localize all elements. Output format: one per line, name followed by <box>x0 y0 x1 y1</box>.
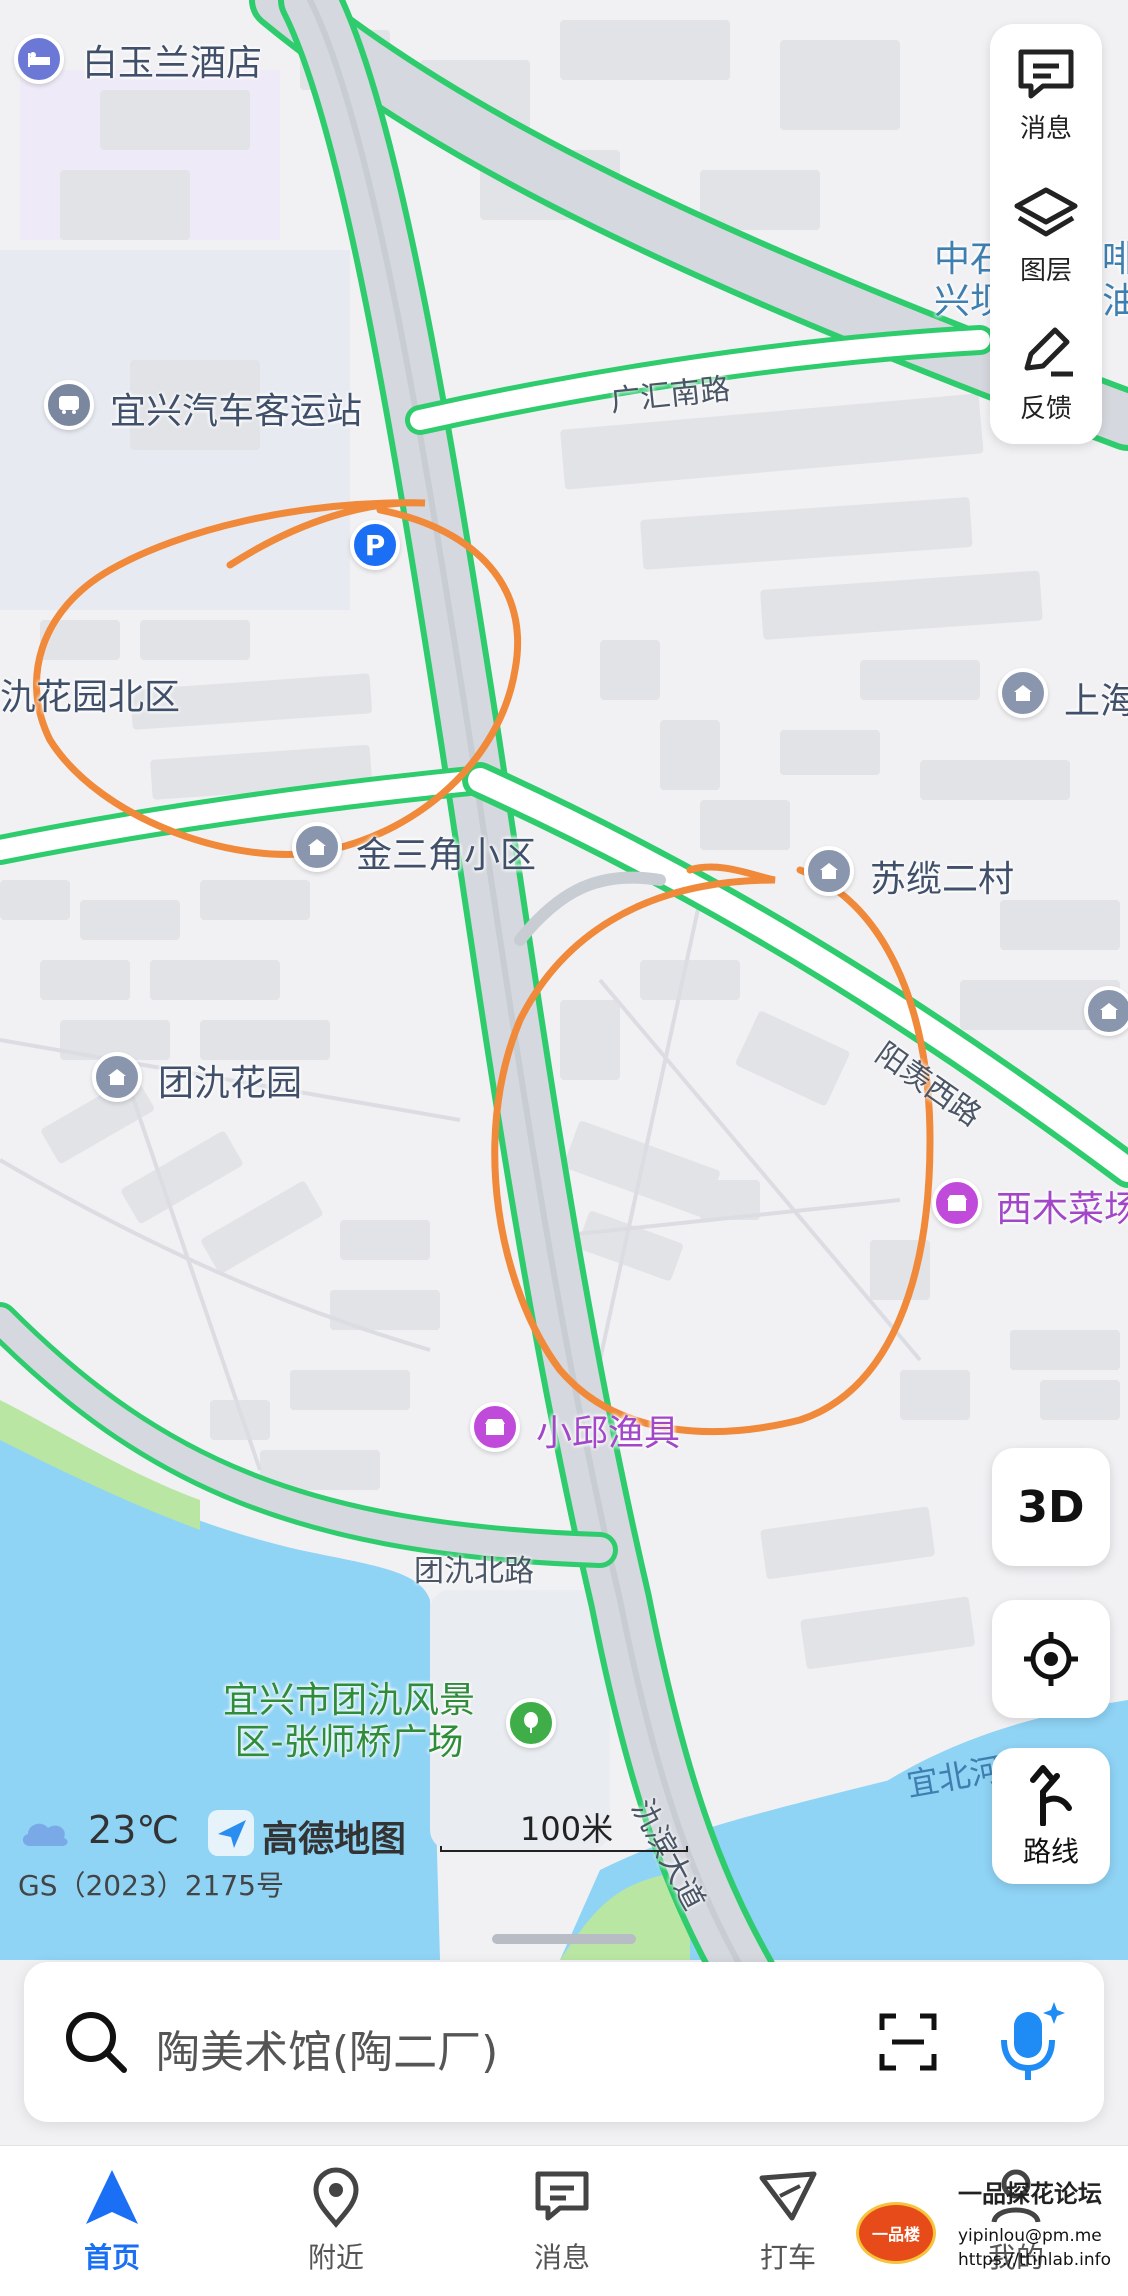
market-icon[interactable] <box>932 1178 982 1228</box>
watermark-url: https://ttinlab.info <box>958 2250 1111 2270</box>
poi-bus-station-label[interactable]: 宜兴汽车客运站 <box>110 382 362 434</box>
poi-park-label[interactable]: 宜兴市团氿风景区-张师桥广场 <box>204 1680 494 1764</box>
search-icon <box>66 2012 127 2073</box>
feedback-tool-label: 反馈 <box>1019 394 1072 424</box>
nav-messages[interactable]: 消息 <box>492 2166 632 2276</box>
nav-taxi[interactable]: 打车 <box>718 2166 858 2276</box>
nav-home[interactable]: 首页 <box>42 2166 182 2276</box>
layers-tool-button[interactable]: 图层 <box>990 184 1102 287</box>
drag-handle[interactable] <box>492 1934 636 1944</box>
watermark-badge: 一品楼 <box>856 2202 936 2264</box>
route-label: 路线 <box>1022 1835 1079 1868</box>
poi-xiaoqiu-label[interactable]: 小邱渔具 <box>536 1404 680 1456</box>
map-canvas[interactable]: 白玉兰酒店 宜兴汽车客运站 P 氿花园北区 金三角小区 苏缆二村 上海 团氿花园… <box>0 0 1128 2140</box>
voice-assistant-icon[interactable] <box>992 1996 1072 2086</box>
parking-glyph: P <box>364 528 386 562</box>
messages-tool-button[interactable]: 消息 <box>990 46 1102 145</box>
amap-logo-icon <box>208 1810 254 1856</box>
residential-icon[interactable] <box>804 846 854 896</box>
route-icon <box>1030 1765 1072 1826</box>
locate-icon <box>1024 1632 1078 1686</box>
3d-label: 3D <box>1017 1481 1085 1533</box>
watermark-badge-text: 一品楼 <box>871 2225 920 2244</box>
road-label-tuanjiu-north: 团氿北路 <box>414 1554 534 1589</box>
location-pin-icon <box>313 2167 359 2228</box>
poi-hotel-label[interactable]: 白玉兰酒店 <box>82 34 262 86</box>
poi-tuanjiu-garden-label[interactable]: 团氿花园 <box>158 1054 302 1106</box>
message-icon <box>1018 49 1074 99</box>
poi-ximucai-label[interactable]: 西木菜场 <box>996 1180 1128 1232</box>
route-button[interactable]: 路线 <box>992 1748 1110 1884</box>
home-nav-icon <box>86 2170 138 2224</box>
nav-nearby[interactable]: 附近 <box>266 2166 406 2276</box>
layers-tool-label: 图层 <box>1019 256 1072 286</box>
feedback-tool-button[interactable]: 反馈 <box>990 322 1102 425</box>
poi-jinsanjiao-label[interactable]: 金三角小区 <box>356 826 536 878</box>
message-icon <box>535 2171 589 2221</box>
layers-icon <box>1014 187 1078 237</box>
weather-cloud-icon <box>18 1812 72 1856</box>
nav-nearby-label: 附近 <box>307 2241 364 2274</box>
edge-label: 油 <box>1102 281 1128 322</box>
search-bar[interactable]: 陶美术馆(陶二厂) <box>24 1962 1104 2122</box>
locate-button[interactable] <box>992 1600 1110 1718</box>
3d-button[interactable]: 3D <box>992 1448 1110 1566</box>
map-tool-panel: 消息 图层 反馈 <box>990 24 1102 444</box>
nav-home-label: 首页 <box>83 2241 140 2274</box>
residential-icon[interactable] <box>998 668 1048 718</box>
poi-garden-north-label[interactable]: 氿花园北区 <box>0 668 180 720</box>
map-license: GS（2023）2175号 <box>18 1869 284 1902</box>
scan-icon[interactable] <box>876 2010 940 2074</box>
scale-label: 100米 <box>520 1810 614 1848</box>
nav-messages-label: 消息 <box>533 2241 590 2274</box>
residential-icon[interactable] <box>292 822 342 872</box>
taxi-icon <box>759 2171 817 2221</box>
search-placeholder[interactable]: 陶美术馆(陶二厂) <box>156 2016 498 2080</box>
messages-tool-label: 消息 <box>1019 114 1072 144</box>
bus-icon[interactable] <box>44 380 94 430</box>
poi-sulan-label[interactable]: 苏缆二村 <box>870 850 1014 902</box>
scale-bar <box>440 1846 688 1852</box>
hotel-icon[interactable] <box>14 34 64 84</box>
residential-icon[interactable] <box>1084 986 1128 1036</box>
bottom-nav: 首页 附近 消息 打车 我的 一品楼 一品探花论坛 yipinlou@pm.me… <box>0 2145 1128 2296</box>
pencil-icon <box>1024 327 1073 377</box>
temperature: 23℃ <box>88 1808 180 1852</box>
parking-icon[interactable]: P <box>350 520 400 570</box>
park-icon[interactable] <box>506 1698 556 1748</box>
watermark-email: yipinlou@pm.me <box>958 2226 1102 2246</box>
watermark-title: 一品探花论坛 <box>958 2180 1102 2208</box>
residential-icon[interactable] <box>92 1052 142 1102</box>
poi-shanghai-label[interactable]: 上海 <box>1064 672 1128 724</box>
shop-icon[interactable] <box>470 1402 520 1452</box>
nav-taxi-label: 打车 <box>759 2241 816 2274</box>
brand-name: 高德地图 <box>262 1819 407 1860</box>
